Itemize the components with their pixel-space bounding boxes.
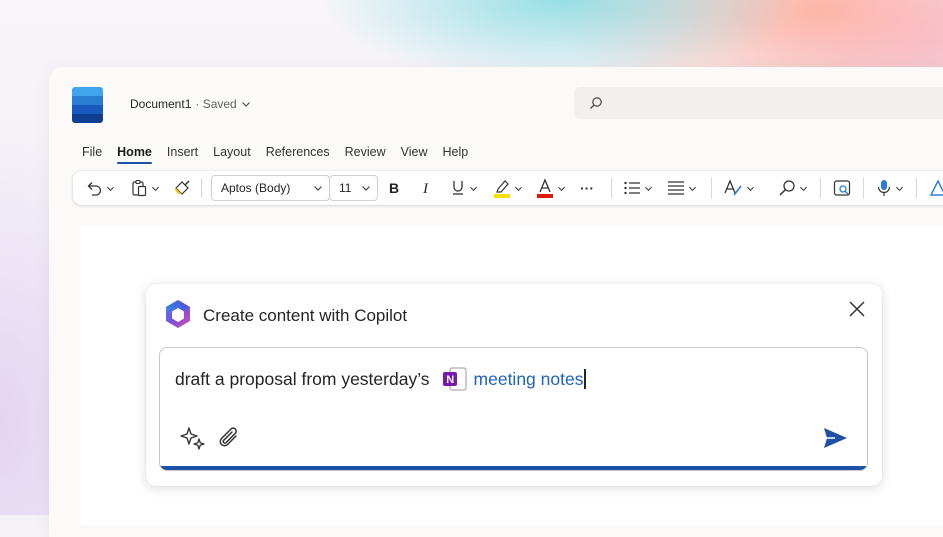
onenote-icon: N	[442, 366, 468, 392]
paste-button[interactable]	[130, 171, 160, 205]
search-box[interactable]	[574, 87, 943, 119]
tab-home[interactable]: Home	[117, 145, 152, 164]
editor-icon	[833, 180, 851, 196]
underline-button[interactable]	[450, 171, 478, 205]
font-size-value: 11	[339, 181, 352, 195]
document-title[interactable]: Document1 · Saved	[130, 97, 251, 111]
dictate-icon	[877, 180, 891, 196]
chevron-down-icon	[557, 186, 566, 191]
ribbon-toolbar: Aptos (Body) 11 B I ···	[73, 171, 943, 205]
italic-button[interactable]: I	[421, 171, 435, 205]
save-status: · Saved	[195, 97, 237, 111]
prompt-text: draft a proposal from yesterday’s	[175, 368, 430, 389]
word-logo	[72, 87, 103, 123]
highlight-button[interactable]	[493, 171, 523, 205]
font-color-button[interactable]	[536, 171, 566, 205]
chevron-down-icon	[644, 186, 653, 191]
close-icon[interactable]	[846, 298, 868, 320]
align-icon	[668, 181, 684, 195]
find-button[interactable]	[778, 171, 808, 205]
more-options-button[interactable]: ···	[580, 171, 594, 205]
chevron-down-icon	[746, 186, 755, 191]
divider	[201, 178, 202, 198]
chevron-down-icon	[314, 186, 322, 191]
menu-bar: File Home Insert Layout References Revie…	[82, 145, 483, 164]
bold-button[interactable]: B	[388, 171, 402, 205]
prompt-line: draft a proposal from yesterday’s N meet…	[175, 366, 586, 392]
divider	[711, 178, 712, 198]
text-caret	[584, 369, 586, 389]
italic-icon: I	[422, 181, 429, 196]
editor-button[interactable]	[833, 171, 851, 205]
font-name-value: Aptos (Body)	[221, 181, 291, 195]
chevron-down-icon	[514, 186, 523, 191]
bullets-button[interactable]	[623, 171, 653, 205]
format-painter-icon	[175, 180, 190, 195]
bold-icon: B	[389, 180, 399, 196]
tab-layout[interactable]: Layout	[213, 145, 251, 159]
chevron-down-icon	[469, 186, 478, 191]
copilot-icon	[166, 300, 190, 328]
sparkle-icon[interactable]	[180, 425, 206, 451]
format-painter-button[interactable]	[173, 171, 191, 205]
svg-text:B: B	[389, 180, 399, 196]
underline-icon	[453, 181, 463, 195]
font-name-select[interactable]: Aptos (Body)	[211, 175, 330, 201]
document-name: Document1	[130, 97, 192, 111]
designer-button[interactable]	[929, 171, 943, 205]
tab-view[interactable]: View	[401, 145, 428, 159]
tab-review[interactable]: Review	[345, 145, 386, 159]
tab-help[interactable]: Help	[443, 145, 469, 159]
tab-file[interactable]: File	[82, 145, 102, 159]
bullets-icon	[624, 181, 640, 195]
chevron-down-icon	[241, 102, 250, 107]
svg-text:I: I	[422, 181, 429, 196]
svg-text:N: N	[446, 374, 454, 386]
styles-button[interactable]	[723, 171, 755, 205]
dictate-button[interactable]	[876, 171, 904, 205]
font-size-select[interactable]: 11	[329, 175, 378, 201]
align-button[interactable]	[667, 171, 697, 205]
paste-icon	[132, 179, 147, 197]
divider	[611, 178, 612, 198]
find-icon	[779, 180, 795, 196]
chevron-down-icon	[688, 186, 697, 191]
divider	[916, 178, 917, 198]
chevron-down-icon	[895, 186, 904, 191]
chevron-down-icon	[106, 186, 115, 191]
font-color-icon	[537, 178, 553, 198]
chevron-down-icon	[799, 186, 808, 191]
tab-insert[interactable]: Insert	[167, 145, 198, 159]
input-focus-bar	[160, 466, 867, 470]
undo-button[interactable]	[85, 171, 115, 205]
copilot-dialog: Create content with Copilot draft a prop…	[146, 284, 882, 486]
copilot-title: Create content with Copilot	[203, 306, 408, 325]
search-icon	[590, 97, 602, 109]
designer-icon	[929, 179, 943, 196]
highlighter-icon	[494, 180, 510, 198]
undo-icon	[87, 182, 102, 196]
tab-references[interactable]: References	[266, 145, 330, 159]
chevron-down-icon	[362, 186, 370, 191]
file-reference-link[interactable]: meeting notes	[474, 369, 584, 390]
divider	[820, 178, 821, 198]
divider	[863, 178, 864, 198]
paperclip-icon[interactable]	[216, 425, 242, 451]
chevron-down-icon	[151, 186, 160, 191]
send-icon[interactable]	[822, 426, 848, 450]
copilot-prompt-input[interactable]: draft a proposal from yesterday’s N meet…	[159, 347, 868, 471]
styles-icon	[724, 179, 742, 196]
